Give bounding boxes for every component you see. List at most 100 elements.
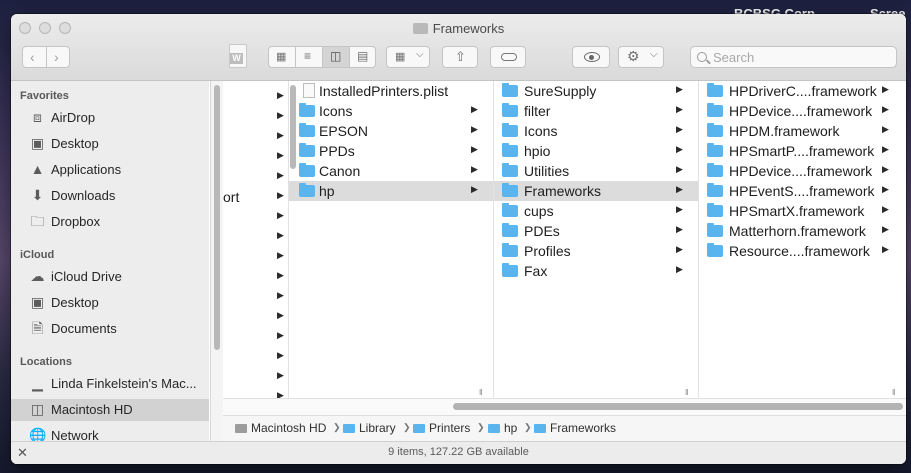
folder-icon: [502, 203, 518, 217]
list-item[interactable]: Fax ▶: [494, 261, 698, 281]
list-item[interactable]: InstalledPrinters.plist: [289, 81, 493, 101]
list-item-selected[interactable]: hp ▶: [289, 181, 493, 201]
tags-button[interactable]: [490, 46, 526, 68]
sidebar: Favorites ⧈ AirDrop ▣ Desktop ▲ Applicat…: [11, 81, 209, 441]
chevron-right-icon: ▶: [277, 290, 284, 300]
sidebar-item-documents[interactable]: 🗎 Documents: [11, 318, 209, 340]
list-item[interactable]: filter ▶: [494, 101, 698, 121]
folder-icon: [707, 243, 723, 257]
disk-icon: ◫: [30, 401, 45, 417]
chevron-right-icon: ▶: [277, 370, 284, 380]
list-item-selected[interactable]: Frameworks ▶: [494, 181, 698, 201]
chevron-right-icon: ▶: [882, 244, 889, 254]
horizontal-scrollbar[interactable]: [223, 398, 906, 415]
folder-icon: 🗀: [30, 213, 45, 229]
forward-button[interactable]: ›: [47, 47, 71, 67]
folder-icon: [413, 424, 425, 433]
folder-icon: [299, 163, 315, 177]
list-item[interactable]: cups ▶: [494, 201, 698, 221]
path-item-frameworks[interactable]: Frameworks: [534, 421, 616, 435]
list-item[interactable]: Canon ▶: [289, 161, 493, 181]
chevron-right-icon: ▶: [676, 244, 683, 254]
sidebar-item-network[interactable]: 🌐 Network: [11, 425, 209, 442]
list-item[interactable]: SureSupply ▶: [494, 81, 698, 101]
desktop-icon: ▣: [30, 294, 45, 310]
sidebar-scroll-thumb[interactable]: [214, 85, 220, 350]
airdrop-icon: ⧈: [33, 109, 42, 125]
sidebar-item-macintosh-hd[interactable]: ◫ Macintosh HD: [11, 399, 209, 421]
list-item[interactable]: Utilities ▶: [494, 161, 698, 181]
path-item-printers[interactable]: Printers: [413, 421, 470, 435]
chevron-right-icon: ▶: [882, 184, 889, 194]
sidebar-item-dropbox[interactable]: 🗀 Dropbox: [11, 211, 209, 233]
list-item[interactable]: HPEventS....framework ▶: [699, 181, 906, 201]
list-item[interactable]: HPSmartP....framework ▶: [699, 141, 906, 161]
action-menu-button[interactable]: ⚙ ⌵: [618, 46, 664, 68]
list-item[interactable]: Profiles ▶: [494, 241, 698, 261]
sidebar-item-icloud-drive[interactable]: ☁ iCloud Drive: [11, 266, 209, 288]
disk-icon: [235, 424, 247, 433]
column-view-button[interactable]: ◫: [323, 47, 350, 67]
sidebar-item-applications[interactable]: ▲ Applications: [11, 159, 209, 181]
word-document-icon[interactable]: W: [229, 44, 251, 70]
chevron-right-icon: ▶: [676, 264, 683, 274]
sidebar-item-airdrop[interactable]: ⧈ AirDrop: [11, 107, 209, 129]
list-item[interactable]: HPDM.framework ▶: [699, 121, 906, 141]
sidebar-section-header: iCloud: [20, 249, 55, 261]
column-resize-handle[interactable]: II: [892, 388, 896, 397]
chevron-right-icon: ▶: [277, 190, 284, 200]
list-item[interactable]: HPSmartX.framework ▶: [699, 201, 906, 221]
chevron-right-icon: ▶: [471, 144, 478, 154]
search-field[interactable]: Search: [690, 46, 897, 68]
column-frameworks: HPDriverC....framework ▶ HPDevice....fra…: [699, 81, 906, 398]
list-item[interactable]: HPDevice....framework ▶: [699, 161, 906, 181]
chevron-right-icon: ❯: [477, 422, 485, 432]
folder-icon: [299, 183, 315, 197]
back-button[interactable]: ‹: [23, 47, 47, 67]
list-item[interactable]: Icons ▶: [289, 101, 493, 121]
gallery-view-button[interactable]: ▤: [350, 47, 376, 67]
path-bar: Macintosh HD ❯ Library ❯ Printers ❯ hp ❯…: [223, 415, 906, 442]
sidebar-item-icloud-desktop[interactable]: ▣ Desktop: [11, 292, 209, 314]
list-item[interactable]: HPDevice....framework ▶: [699, 101, 906, 121]
folder-icon: [502, 223, 518, 237]
group-by-dropdown[interactable]: ▦ ⌵: [386, 46, 430, 68]
list-item[interactable]: PDEs ▶: [494, 221, 698, 241]
sidebar-item-desktop[interactable]: ▣ Desktop: [11, 133, 209, 155]
list-item[interactable]: Matterhorn.framework ▶: [699, 221, 906, 241]
column-resize-handle[interactable]: II: [685, 388, 689, 397]
list-view-button[interactable]: ≡: [296, 47, 323, 67]
list-item[interactable]: PPDs ▶: [289, 141, 493, 161]
path-item-hp[interactable]: hp: [488, 421, 517, 435]
list-item[interactable]: EPSON ▶: [289, 121, 493, 141]
sidebar-scrollbar[interactable]: [210, 81, 223, 441]
folder-icon: [707, 203, 723, 217]
path-item-library[interactable]: Library: [343, 421, 396, 435]
folder-icon: [502, 123, 518, 137]
chevron-right-icon: ▶: [277, 350, 284, 360]
chevron-right-icon: ▶: [471, 164, 478, 174]
list-item[interactable]: HPDriverC....framework ▶: [699, 81, 906, 101]
share-button[interactable]: ⇧: [442, 46, 478, 68]
list-item[interactable]: hpio ▶: [494, 141, 698, 161]
list-item[interactable]: ort ▶: [223, 187, 288, 207]
list-item[interactable]: Icons ▶: [494, 121, 698, 141]
horizontal-scroll-thumb[interactable]: [453, 403, 903, 410]
list-item[interactable]: Resource....framework ▶: [699, 241, 906, 261]
icon-view-button[interactable]: ▦: [269, 47, 296, 67]
chevron-right-icon: ▶: [882, 164, 889, 174]
sidebar-item-mac[interactable]: ▁ Linda Finkelstein's Mac...: [11, 373, 209, 395]
folder-icon: [707, 103, 723, 117]
chevron-right-icon: ▶: [676, 84, 683, 94]
view-mode-control: ▦ ≡ ◫ ▤: [268, 46, 376, 68]
chevron-right-icon: ▶: [471, 124, 478, 134]
folder-icon: [502, 243, 518, 257]
chevron-right-icon: ▶: [277, 390, 284, 398]
folder-icon: [502, 143, 518, 157]
sidebar-item-downloads[interactable]: ⬇ Downloads: [11, 185, 209, 207]
quick-look-button[interactable]: [572, 46, 610, 68]
column-printers: InstalledPrinters.plist Icons ▶ EPSON ▶ …: [289, 81, 494, 398]
column-resize-handle[interactable]: II: [479, 388, 483, 397]
chevron-right-icon: ▶: [882, 124, 889, 134]
path-item-macintosh-hd[interactable]: Macintosh HD: [235, 421, 326, 435]
